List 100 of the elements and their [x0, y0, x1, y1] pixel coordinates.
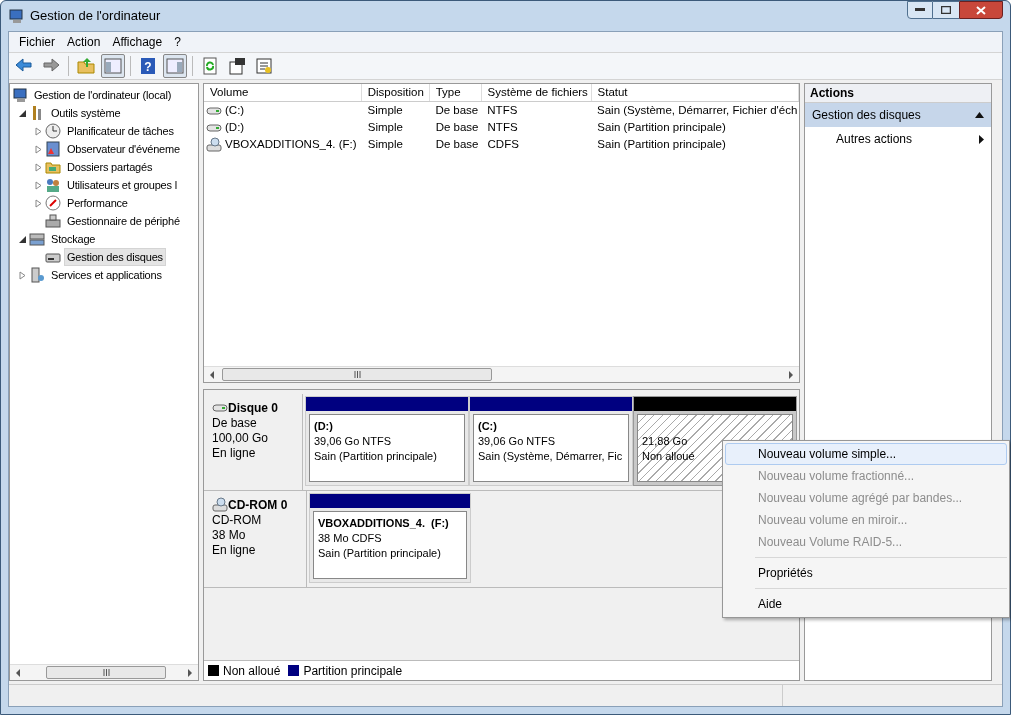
expanded-arrow-icon[interactable] [18, 234, 27, 244]
disk-name: CD-ROM 0 [228, 497, 288, 513]
column-header[interactable]: Système de fichiers [481, 84, 592, 101]
menu-item[interactable]: Fichier [13, 33, 61, 51]
disk-info: 38 Mo [212, 528, 247, 543]
disk-info: En ligne [212, 543, 257, 558]
grip-icon [102, 669, 110, 676]
disk-info: De base [212, 416, 258, 431]
collapsed-arrow-icon[interactable] [34, 180, 43, 190]
tree-item[interactable]: Gestion des disques [64, 247, 166, 267]
context-menu-item[interactable]: Aide [725, 593, 1007, 615]
disk-name: Disque 0 [228, 400, 278, 416]
export-list-icon [254, 56, 274, 76]
column-header[interactable]: Statut [591, 84, 799, 101]
collapsed-arrow-icon[interactable] [34, 162, 43, 172]
table-cell-text: CDFS [486, 136, 519, 152]
tree-item[interactable]: Performance [64, 193, 131, 213]
table-cell-text: De base [434, 136, 479, 152]
computer-icon [8, 8, 24, 24]
close-button[interactable] [959, 1, 1003, 19]
devices-icon [45, 213, 61, 229]
panel-toggle-icon [103, 56, 123, 76]
table-cell-text: Simple [366, 119, 403, 135]
storage-icon [29, 231, 45, 247]
table-cell-text: (D:) [225, 119, 245, 135]
disk-info: 100,00 Go [212, 431, 270, 446]
expanded-arrow-icon[interactable] [18, 108, 27, 118]
log-icon [45, 141, 61, 157]
action-item[interactable]: Autres actions [805, 127, 991, 151]
tree-item[interactable]: Services et applications [48, 265, 165, 285]
table-cell-text: Simple [366, 102, 403, 118]
table-cell-text: (C:) [225, 102, 245, 118]
folder-icon [45, 159, 61, 175]
clock-icon [45, 123, 61, 139]
menu-item[interactable]: ? [168, 33, 187, 51]
minimize-icon [915, 8, 925, 12]
column-header[interactable]: Disposition [361, 84, 430, 101]
table-cell-text: Sain (Système, Démarrer, Fichier d'éch [596, 102, 798, 118]
disk-info: CD-ROM [212, 513, 263, 528]
tree-item[interactable]: Outils système [48, 103, 124, 123]
minimize-button[interactable] [907, 1, 933, 19]
tree-item[interactable]: Dossiers partagés [64, 157, 156, 177]
table-cell-text: Sain (Partition principale) [596, 119, 726, 135]
menu-item[interactable]: Affichage [106, 33, 169, 51]
scrollbar-thumb[interactable] [46, 666, 166, 679]
context-menu-item[interactable]: Propriétés [725, 562, 1007, 584]
table-cell-text: Simple [366, 136, 403, 152]
computer-icon [12, 87, 28, 103]
partition-name: (D:) [314, 419, 333, 434]
window-title: Gestion de l'ordinateur [30, 7, 161, 26]
collapsed-arrow-icon[interactable] [34, 198, 43, 208]
panel-toggle-icon [165, 56, 185, 76]
properties-icon [227, 56, 247, 76]
column-header[interactable]: Volume [204, 84, 362, 101]
partition-block[interactable]: VBOXADDITIONS_4. (F:) 38 Mo CDFS Sain (Partition principale) [309, 493, 471, 583]
tree-item[interactable]: Stockage [48, 229, 99, 249]
collapsed-arrow-icon[interactable] [34, 126, 43, 136]
cd-drive-icon [212, 497, 228, 513]
panel-toggle-button[interactable] [101, 54, 125, 78]
legend-label: Non alloué [223, 662, 281, 680]
tree-item[interactable]: Gestionnaire de périphé [64, 211, 183, 231]
panel-toggle-button[interactable] [163, 54, 187, 78]
table-cell-text: VBOXADDITIONS_4. (F:) [225, 136, 357, 152]
actions-title: Actions [805, 84, 991, 103]
tree-item[interactable]: Utilisateurs et groupes l [64, 175, 180, 195]
actions-section-header[interactable]: Gestion des disques [805, 103, 991, 127]
grip-icon [353, 371, 361, 378]
maximize-button[interactable] [933, 1, 959, 19]
tree-item[interactable]: Planificateur de tâches [64, 121, 177, 141]
partition-size: 39,06 Go NTFS [314, 434, 392, 449]
table-cell-text: Sain (Partition principale) [596, 136, 726, 152]
table-cell-text: NTFS [486, 119, 518, 135]
legend-label: Partition principale [303, 662, 403, 680]
horizontal-scrollbar[interactable] [204, 366, 799, 382]
folder-up-icon [76, 56, 96, 76]
table-cell-text: NTFS [486, 102, 518, 118]
gauge-icon [45, 195, 61, 211]
partition-block[interactable]: (D:) 39,06 Go NTFS Sain (Partition principale) [305, 396, 469, 486]
collapsed-arrow-icon[interactable] [34, 144, 43, 154]
partition-size: 38 Mo CDFS [318, 531, 382, 546]
table-cell-text: De base [434, 119, 479, 135]
partition-status: Sain (Système, Démarrer, Fic [478, 449, 623, 464]
menu-item[interactable]: Action [61, 33, 107, 51]
tree-item[interactable]: Observateur d'événeme [64, 139, 183, 159]
help-button[interactable]: ? [136, 54, 160, 78]
cd-drive-icon [206, 136, 222, 153]
partition-size: 21,88 Go [642, 434, 688, 449]
context-menu-item[interactable]: Nouveau volume simple... [725, 443, 1007, 465]
collapse-arrow-icon [975, 112, 984, 118]
refresh-icon [200, 56, 220, 76]
users-icon [45, 177, 61, 193]
close-icon [976, 5, 986, 15]
collapsed-arrow-icon[interactable] [18, 270, 27, 280]
table-cell-text: De base [434, 102, 479, 118]
tree-item[interactable]: Gestion de l'ordinateur (local) [31, 85, 175, 105]
disk-info: En ligne [212, 446, 257, 461]
column-header[interactable]: Type [429, 84, 482, 101]
horizontal-scrollbar[interactable] [10, 664, 198, 680]
scrollbar-thumb[interactable] [222, 368, 492, 381]
partition-block[interactable]: (C:) 39,06 Go NTFS Sain (Système, Démarrer, Fic [469, 396, 633, 486]
